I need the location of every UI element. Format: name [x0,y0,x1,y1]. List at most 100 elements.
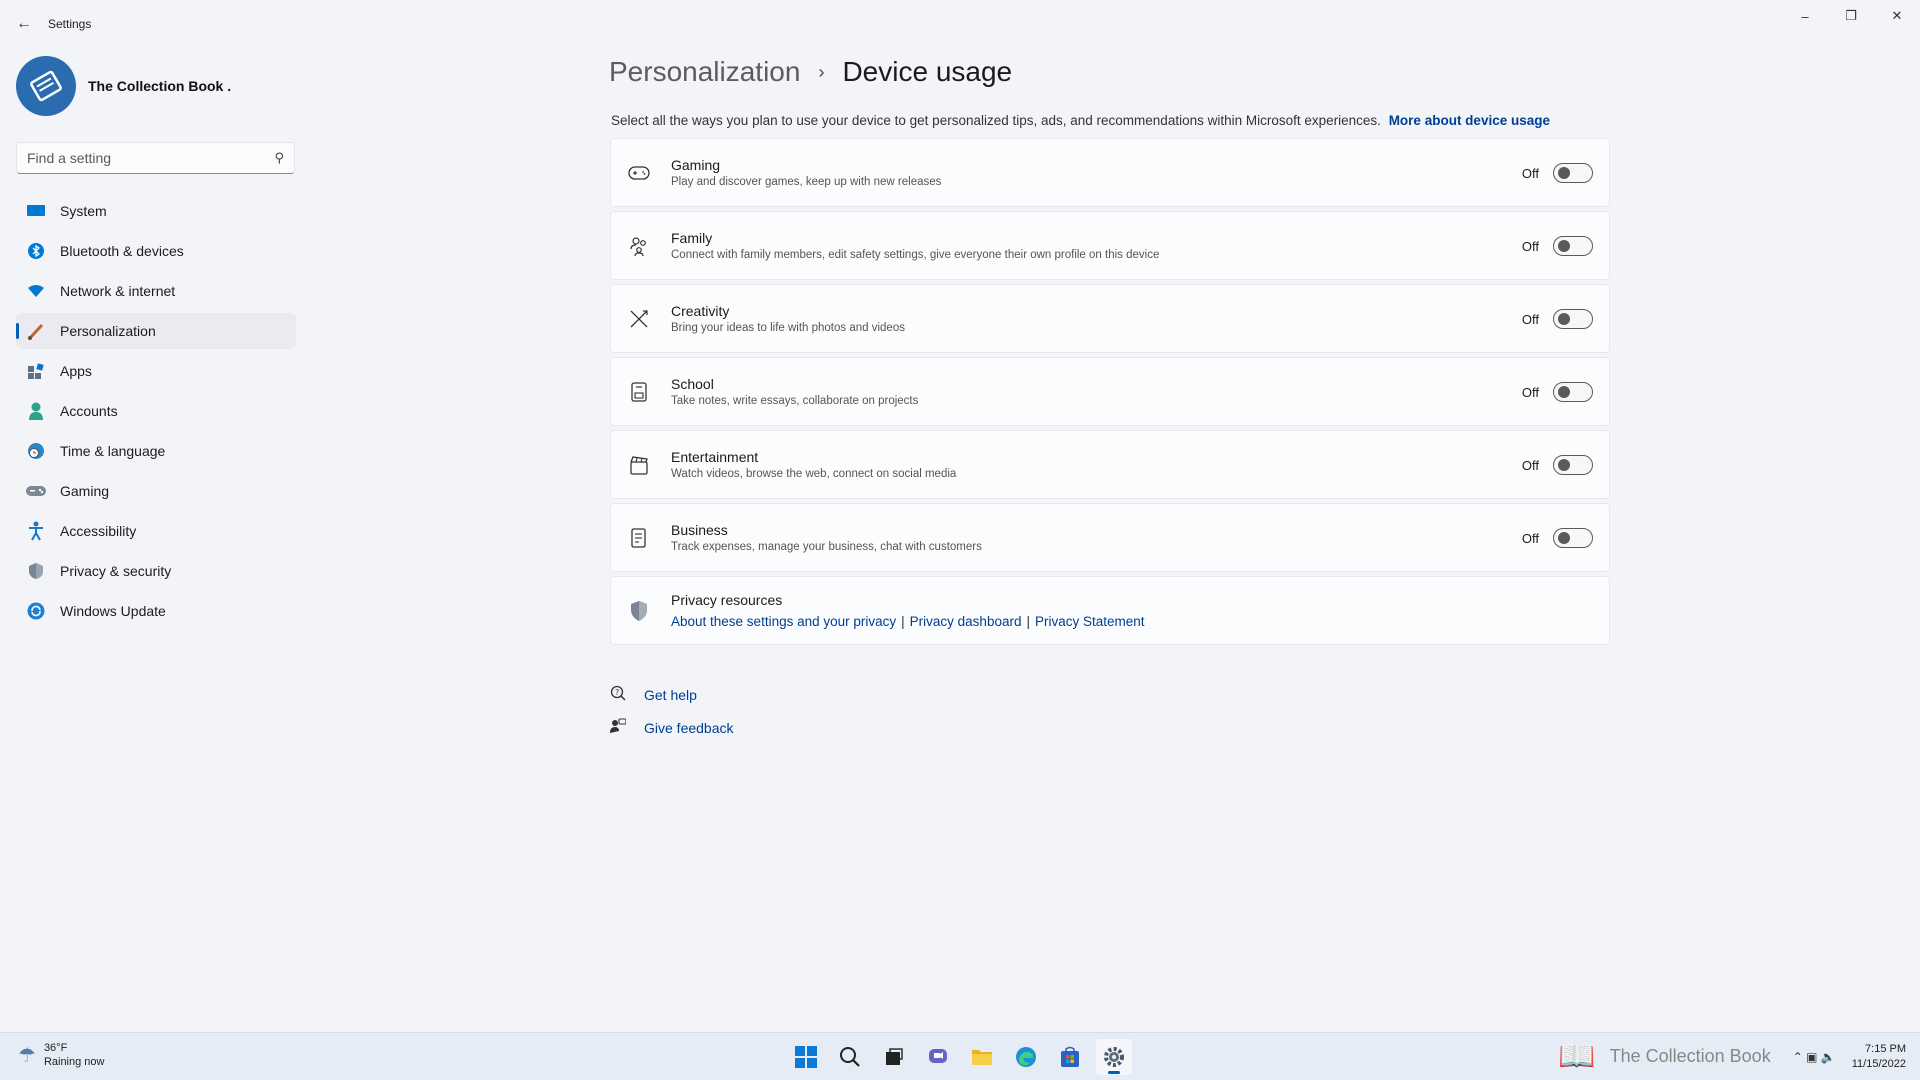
clock[interactable]: 7:15 PM 11/15/2022 [1852,1042,1906,1072]
sidebar-item-label: System [60,203,107,219]
maximize-button[interactable]: ❐ [1828,0,1874,32]
toggle-state-label: Off [1521,238,1539,254]
taskbar-search-button[interactable] [832,1039,868,1075]
get-help-link[interactable]: ? Get help [610,678,734,711]
wifi-icon [26,281,46,301]
privacy-links: About these settings and your privacy | Pr… [671,614,1145,629]
sidebar-item-label: Privacy & security [60,563,172,579]
edge-button[interactable] [1008,1039,1044,1075]
brush-icon [26,321,46,341]
help-section: ? Get help Give feedback [610,678,734,744]
sidebar-item-label: Network & internet [60,283,176,299]
minimize-button[interactable]: – [1782,0,1828,32]
toggle-knob [1558,386,1570,398]
app-title: Settings [48,17,92,31]
help-icon: ? [610,685,630,704]
breadcrumb-parent[interactable]: Personalization [609,56,800,88]
setting-card-gaming: Gaming Play and discover games, keep up … [610,138,1610,207]
sidebar-item-gaming[interactable]: Gaming [16,473,296,509]
sidebar-item-personalization[interactable]: Personalization [16,313,296,349]
business-toggle[interactable] [1553,528,1593,548]
toggle-knob [1558,313,1570,325]
setting-title: Creativity [671,303,730,319]
store-icon [1061,1046,1079,1067]
file-explorer-icon [972,1050,992,1065]
privacy-dashboard-link[interactable]: Privacy dashboard [910,614,1022,629]
update-icon [26,601,46,621]
weather-temp: 36°F [43,1042,68,1054]
creativity-toggle[interactable] [1553,309,1593,329]
task-view-button[interactable] [876,1039,912,1075]
give-feedback-label: Give feedback [644,719,734,736]
entertainment-toggle[interactable] [1553,455,1593,475]
book-logo-icon: 📖 [1558,1040,1596,1073]
school-toggle[interactable] [1553,382,1593,402]
svg-text:?: ? [615,688,619,697]
globe-clock-icon [26,441,46,461]
toggle-state-label: Off [1521,384,1539,400]
search-box: ⚲ [16,142,295,174]
family-toggle[interactable] [1553,236,1593,256]
task-view-icon [886,1048,903,1065]
privacy-title: Privacy resources [671,592,783,608]
privacy-statement-link[interactable]: Privacy Statement [1035,614,1145,629]
search-input[interactable] [27,150,275,166]
sidebar-item-label: Bluetooth & devices [60,243,184,259]
store-button[interactable] [1052,1039,1088,1075]
setting-card-school: School Take notes, write essays, collabo… [610,357,1610,426]
watermark-text: The Collection Book [1609,1046,1771,1066]
privacy-resources-card: Privacy resources About these settings a… [610,576,1610,645]
clock-date: 11/15/2022 [1851,1057,1906,1070]
toggle-state-label: Off [1521,165,1539,181]
toggle-knob [1558,167,1570,179]
setting-card-entertainment: Entertainment Watch videos, browse the w… [610,430,1610,499]
back-button[interactable]: ← [0,0,48,48]
sidebar-item-apps[interactable]: Apps [16,353,296,389]
chat-icon [929,1049,947,1063]
device-usage-list: Gaming Play and discover games, keep up … [610,138,1610,649]
network-icon[interactable]: ▣ [1806,1050,1817,1064]
sidebar-item-label: Accounts [60,403,118,419]
start-button[interactable] [788,1039,824,1075]
weather-widget[interactable]: ☂ 36°F Raining now [18,1041,104,1069]
search-icon [840,1047,860,1067]
sidebar-item-label: Time & language [60,443,166,459]
about-settings-privacy-link[interactable]: About these settings and your privacy [671,614,896,629]
file-explorer-button[interactable] [964,1039,1000,1075]
start-icon [795,1046,817,1068]
setting-subtitle: Take notes, write essays, collaborate on… [671,395,919,407]
give-feedback-link[interactable]: Give feedback [610,711,734,744]
notebook-icon [627,380,651,404]
chat-button[interactable] [920,1039,956,1075]
apps-icon [26,361,46,381]
gaming-toggle[interactable] [1553,163,1593,183]
user-profile[interactable]: The Collection Book . [16,56,231,116]
more-about-device-usage-link[interactable]: More about device usage [1389,113,1550,128]
get-help-label: Get help [644,686,697,703]
receipt-icon [627,526,651,550]
chevron-up-icon[interactable]: ⌃ [1793,1050,1803,1064]
tray-icons[interactable]: ⌃ ▣ 🔈 [1793,1050,1836,1064]
clock-time: 7:15 PM [1865,1042,1906,1055]
sidebar-item-time-language[interactable]: Time & language [16,433,296,469]
back-arrow-icon: ← [16,15,32,32]
sidebar-item-network[interactable]: Network & internet [16,273,296,309]
sidebar-item-accounts[interactable]: Accounts [16,393,296,429]
sidebar-item-accessibility[interactable]: Accessibility [16,513,296,549]
toggle-state-label: Off [1521,457,1539,473]
edge-icon [1016,1047,1036,1067]
settings-taskbar-button[interactable] [1096,1039,1132,1075]
controller-icon [26,481,46,501]
sidebar-item-bluetooth[interactable]: Bluetooth & devices [16,233,296,269]
search-icon[interactable]: ⚲ [274,150,284,166]
volume-icon[interactable]: 🔈 [1821,1050,1836,1064]
page-description: Select all the ways you plan to use your… [611,113,1550,128]
sidebar-item-privacy[interactable]: Privacy & security [16,553,296,589]
person-icon [26,401,46,421]
taskbar: ☂ 36°F Raining now 📖 The Collection Book… [0,1032,1920,1080]
sidebar-item-system[interactable]: System [16,193,296,229]
shield-icon [26,561,46,581]
setting-subtitle: Watch videos, browse the web, connect on… [671,468,957,480]
sidebar-item-windows-update[interactable]: Windows Update [16,593,296,629]
close-button[interactable]: ✕ [1874,0,1920,32]
